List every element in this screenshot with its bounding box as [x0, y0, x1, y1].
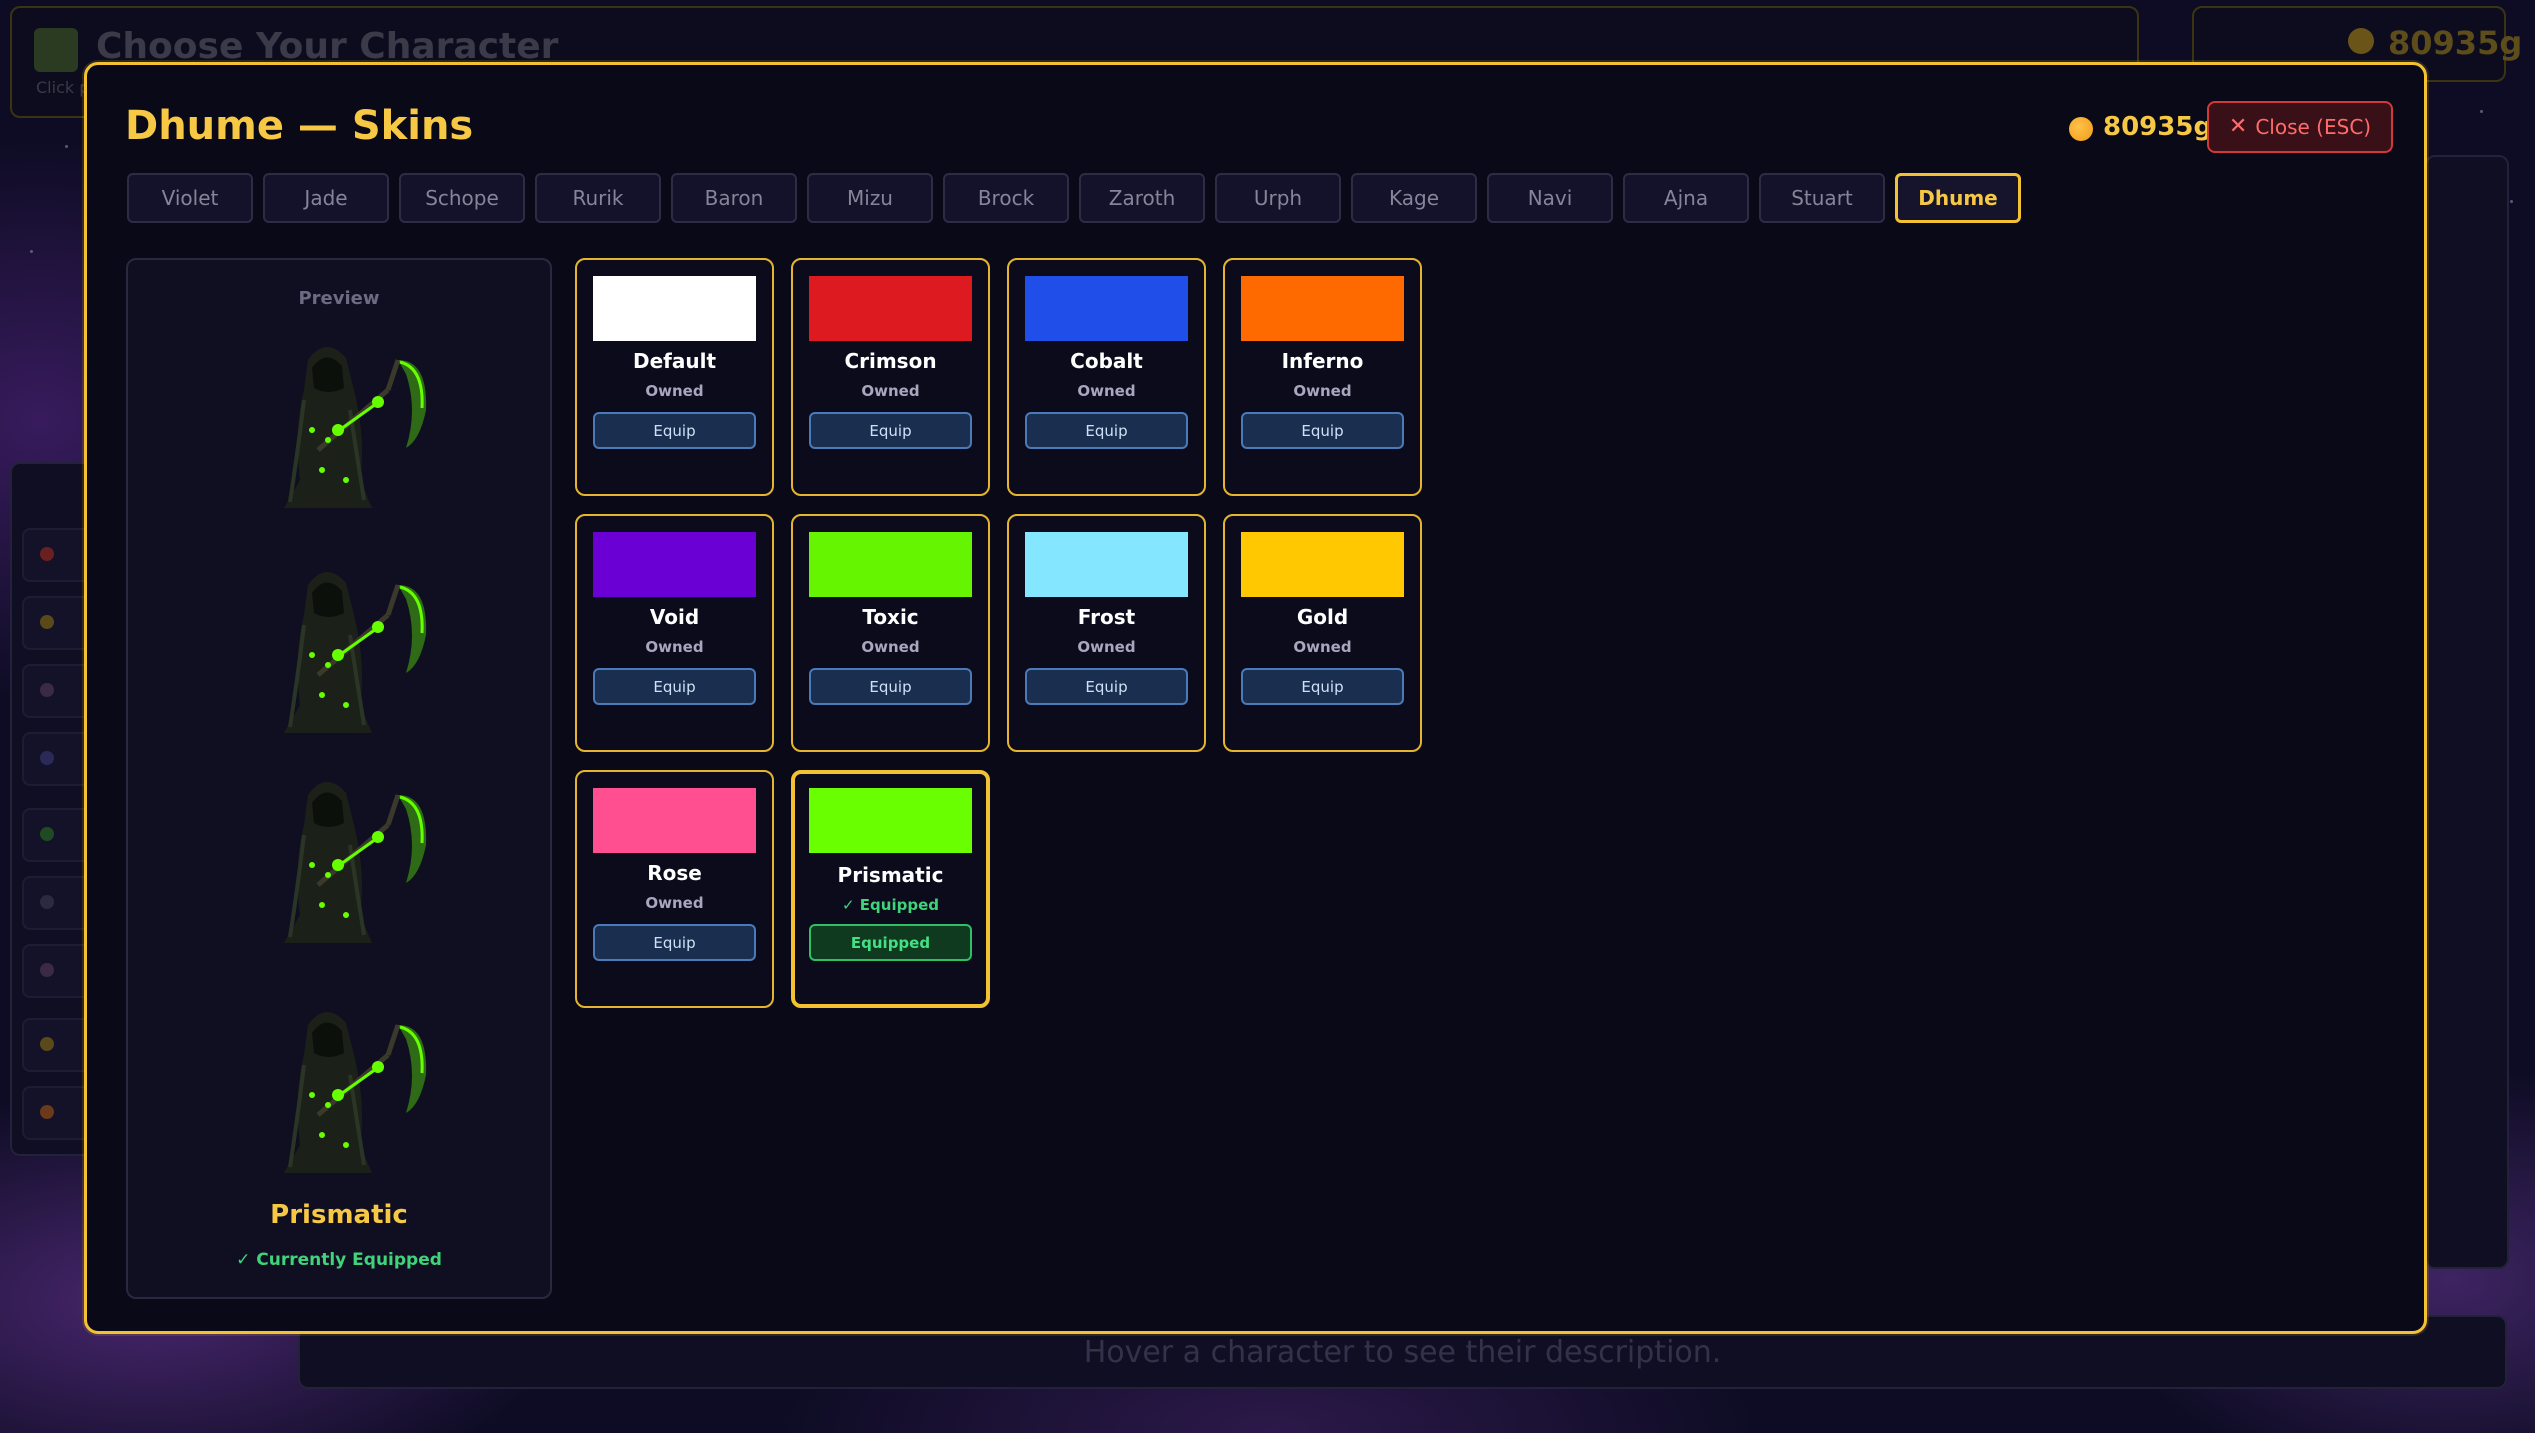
skin-name: Frost	[1077, 605, 1136, 629]
background-detail-panel	[2425, 155, 2509, 1269]
background-subtitle: Click p	[36, 78, 90, 97]
equip-button[interactable]: Equip	[593, 668, 756, 705]
preview-label: Preview	[298, 288, 380, 309]
skin-card-crimson[interactable]: Crimson Owned Equip	[791, 258, 990, 496]
equip-button[interactable]: Equip	[809, 412, 972, 449]
coin-icon	[2348, 28, 2374, 54]
skin-name: Rose	[647, 861, 702, 885]
reaper-preview-sprite	[238, 995, 438, 1180]
background-description: Hover a character to see their descripti…	[1083, 1335, 1722, 1370]
skin-color-swatch	[593, 788, 756, 853]
skin-name: Void	[649, 605, 700, 629]
equip-button[interactable]: Equip	[1025, 412, 1188, 449]
skin-color-swatch	[1025, 532, 1188, 597]
tab-urph[interactable]: Urph	[1215, 173, 1341, 223]
equip-button[interactable]: Equip	[593, 924, 756, 961]
close-icon: ✕	[2228, 114, 2248, 139]
skin-card-rose[interactable]: Rose Owned Equip	[575, 770, 774, 1008]
tab-kage[interactable]: Kage	[1351, 173, 1477, 223]
skin-name: Inferno	[1281, 349, 1364, 373]
star-decoration	[65, 145, 68, 148]
tab-violet[interactable]: Violet	[127, 173, 253, 223]
skin-name: Prismatic	[837, 863, 944, 887]
gold-amount: 80935g	[2103, 112, 2213, 142]
skin-card-cobalt[interactable]: Cobalt Owned Equip	[1007, 258, 1206, 496]
skin-status: Owned	[861, 638, 920, 656]
skins-modal: Dhume — Skins 80935g ✕ Close (ESC) Viole…	[84, 62, 2427, 1334]
avatar	[34, 28, 78, 72]
equip-button[interactable]: Equip	[809, 668, 972, 705]
reaper-preview-sprite	[238, 765, 438, 950]
skin-color-swatch	[1241, 532, 1404, 597]
skin-color-swatch	[809, 532, 972, 597]
tab-mizu[interactable]: Mizu	[807, 173, 933, 223]
skin-card-default[interactable]: Default Owned Equip	[575, 258, 774, 496]
skin-card-prismatic[interactable]: Prismatic ✓ Equipped Equipped	[791, 770, 990, 1008]
tab-brock[interactable]: Brock	[943, 173, 1069, 223]
skin-color-swatch	[593, 532, 756, 597]
reaper-preview-sprite	[238, 330, 438, 515]
tab-jade[interactable]: Jade	[263, 173, 389, 223]
modal-title: Dhume — Skins	[125, 103, 474, 149]
background-title: Choose Your Character	[96, 26, 559, 67]
skin-card-void[interactable]: Void Owned Equip	[575, 514, 774, 752]
skin-status: Owned	[645, 382, 704, 400]
tab-stuart[interactable]: Stuart	[1759, 173, 1885, 223]
skin-status: Owned	[645, 638, 704, 656]
star-decoration	[2480, 110, 2483, 113]
skin-color-swatch	[809, 788, 972, 853]
skin-color-swatch	[809, 276, 972, 341]
skin-color-swatch	[1025, 276, 1188, 341]
equipped-button[interactable]: Equipped	[809, 924, 972, 961]
preview-skin-name: Prismatic	[270, 1200, 408, 1230]
tab-ajna[interactable]: Ajna	[1623, 173, 1749, 223]
reaper-preview-sprite	[238, 555, 438, 740]
skin-card-frost[interactable]: Frost Owned Equip	[1007, 514, 1206, 752]
tab-navi[interactable]: Navi	[1487, 173, 1613, 223]
skin-color-swatch	[1241, 276, 1404, 341]
skin-status: Owned	[645, 894, 704, 912]
skin-name: Crimson	[844, 349, 937, 373]
star-decoration	[30, 250, 33, 253]
skin-color-swatch	[593, 276, 756, 341]
skin-card-toxic[interactable]: Toxic Owned Equip	[791, 514, 990, 752]
equip-button[interactable]: Equip	[1241, 668, 1404, 705]
skin-status: Owned	[1293, 382, 1352, 400]
background-gold: 80935g	[2388, 24, 2523, 62]
tab-schope[interactable]: Schope	[399, 173, 525, 223]
tab-zaroth[interactable]: Zaroth	[1079, 173, 1205, 223]
skin-status: Owned	[861, 382, 920, 400]
equip-button[interactable]: Equip	[593, 412, 756, 449]
equip-button[interactable]: Equip	[1025, 668, 1188, 705]
star-decoration	[2510, 200, 2513, 203]
equip-button[interactable]: Equip	[1241, 412, 1404, 449]
skin-card-gold[interactable]: Gold Owned Equip	[1223, 514, 1422, 752]
skin-card-inferno[interactable]: Inferno Owned Equip	[1223, 258, 1422, 496]
skin-status: Owned	[1293, 638, 1352, 656]
skin-name: Gold	[1296, 605, 1349, 629]
skin-status: ✓ Equipped	[842, 896, 939, 914]
coin-icon	[2069, 117, 2093, 141]
skin-status: Owned	[1077, 382, 1136, 400]
tab-baron[interactable]: Baron	[671, 173, 797, 223]
tab-dhume[interactable]: Dhume	[1895, 173, 2021, 223]
skin-name: Toxic	[862, 605, 919, 629]
skin-name: Cobalt	[1070, 349, 1143, 373]
skin-status: Owned	[1077, 638, 1136, 656]
close-button-label: Close (ESC)	[2255, 115, 2372, 139]
preview-panel: Preview Prismatic ✓ Currently Equipped	[126, 258, 552, 1299]
skin-name: Default	[632, 349, 717, 373]
preview-status: ✓ Currently Equipped	[236, 1250, 442, 1270]
close-button[interactable]: ✕ Close (ESC)	[2207, 101, 2393, 153]
tab-rurik[interactable]: Rurik	[535, 173, 661, 223]
